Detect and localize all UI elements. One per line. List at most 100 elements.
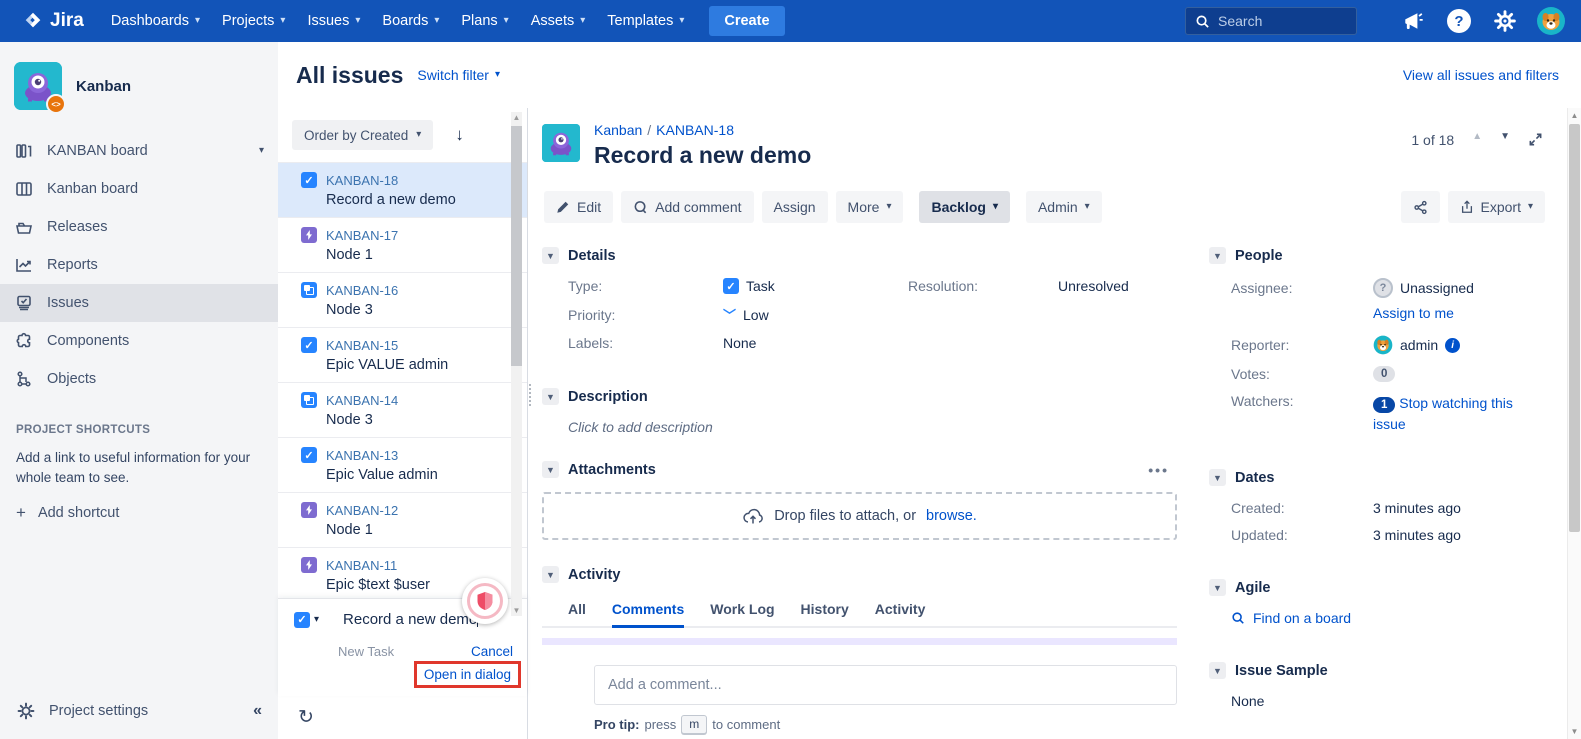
chevron-down-icon: ▾	[259, 146, 264, 156]
collapse-section-icon[interactable]: ▼	[542, 566, 559, 583]
announcements-button[interactable]	[1397, 5, 1429, 37]
edit-button[interactable]: Edit	[544, 191, 613, 223]
scroll-up-arrow[interactable]: ▲	[1568, 111, 1581, 120]
project-sidebar: <> Kanban KANBAN board▾ Kanban board Rel…	[0, 42, 278, 739]
collapse-section-icon[interactable]: ▼	[1209, 469, 1226, 486]
breadcrumb-issue-link[interactable]: KANBAN-18	[656, 122, 734, 138]
issue-type-value[interactable]: ✓Task	[723, 278, 775, 294]
panel-resize-handle[interactable]	[529, 384, 531, 406]
sidebar-item-components[interactable]: Components	[0, 322, 278, 360]
chevron-down-icon: ▾	[355, 16, 360, 26]
export-button[interactable]: Export▾	[1448, 191, 1546, 223]
comment-box[interactable]	[594, 665, 1177, 705]
status-button[interactable]: Backlog▾	[919, 191, 1010, 223]
assignee-value[interactable]: ?Unassigned	[1373, 278, 1474, 298]
sidebar-item-issues[interactable]: Issues	[0, 284, 278, 322]
sidebar-item-releases[interactable]: Releases	[0, 208, 278, 246]
view-all-issues-link[interactable]: View all issues and filters	[1403, 67, 1559, 83]
menu-projects[interactable]: Projects▾	[211, 7, 296, 35]
open-in-dialog-link[interactable]: Open in dialog	[424, 667, 511, 682]
scrollbar-thumb[interactable]	[1569, 124, 1580, 532]
chevron-down-icon: ▾	[195, 16, 200, 26]
comment-input[interactable]	[608, 677, 1163, 693]
collapse-section-icon[interactable]: ▼	[1209, 579, 1226, 596]
tab-history[interactable]: History	[801, 597, 849, 626]
collapse-sidebar-button[interactable]: «	[253, 702, 262, 720]
admin-button[interactable]: Admin▾	[1026, 191, 1102, 223]
refresh-icon[interactable]: ↻	[298, 707, 314, 728]
shortcuts-description: Add a link to useful information for you…	[16, 448, 262, 487]
scroll-down-arrow[interactable]: ▼	[1568, 727, 1581, 736]
collapse-section-icon[interactable]: ▼	[1209, 247, 1226, 264]
sidebar-item-objects[interactable]: Objects	[0, 360, 278, 398]
sidebar-item-reports[interactable]: Reports	[0, 246, 278, 284]
menu-boards[interactable]: Boards▾	[371, 7, 450, 35]
help-button[interactable]: ?	[1443, 5, 1475, 37]
collapse-section-icon[interactable]: ▼	[1209, 662, 1226, 679]
more-button[interactable]: More▾	[836, 191, 904, 223]
collapse-section-icon[interactable]: ▼	[542, 388, 559, 405]
collapse-section-icon[interactable]: ▼	[542, 247, 559, 264]
tab-comments[interactable]: Comments	[612, 597, 684, 626]
order-by-button[interactable]: Order by Created▾	[292, 120, 433, 150]
new-issue-summary-input[interactable]: Record a new demo	[343, 611, 478, 628]
watchers-badge[interactable]: 1	[1373, 397, 1395, 413]
issue-row-kanban-16[interactable]: KANBAN-16 Node 3	[278, 272, 527, 327]
sidebar-item-kanban-board[interactable]: Kanban board	[0, 170, 278, 208]
issue-row-kanban-12[interactable]: KANBAN-12 Node 1	[278, 492, 527, 547]
info-icon[interactable]: i	[1445, 338, 1460, 353]
attachments-menu-button[interactable]: •••	[1148, 462, 1169, 478]
expand-icon[interactable]	[1528, 132, 1543, 147]
share-button[interactable]	[1401, 191, 1440, 223]
votes-badge[interactable]: 0	[1373, 366, 1395, 382]
scroll-up-arrow[interactable]: ▲	[511, 113, 522, 122]
screen-recorder-overlay-button[interactable]	[462, 578, 508, 624]
issue-type-selector[interactable]: ✓ ▾	[294, 612, 319, 628]
profile-button[interactable]	[1535, 5, 1567, 37]
find-on-board-link[interactable]: Find on a board	[1231, 610, 1547, 626]
menu-plans[interactable]: Plans▾	[450, 7, 519, 35]
search-input[interactable]	[1218, 13, 1338, 29]
issue-row-kanban-14[interactable]: KANBAN-14 Node 3	[278, 382, 527, 437]
menu-dashboards[interactable]: Dashboards▾	[100, 7, 211, 35]
issue-row-kanban-18[interactable]: ✓KANBAN-18 Record a new demo	[278, 162, 527, 217]
sidebar-item-kanban-board-group[interactable]: KANBAN board▾	[0, 132, 278, 170]
menu-templates[interactable]: Templates▾	[596, 7, 695, 35]
project-avatar[interactable]: <>	[14, 62, 62, 110]
description-placeholder[interactable]: Click to add description	[568, 419, 713, 435]
tab-activity[interactable]: Activity	[875, 597, 926, 626]
cancel-link[interactable]: Cancel	[471, 644, 513, 659]
assign-to-me-link[interactable]: Assign to me	[1373, 305, 1454, 321]
assign-button[interactable]: Assign	[762, 191, 828, 223]
tab-work-log[interactable]: Work Log	[710, 597, 774, 626]
global-search[interactable]	[1185, 7, 1357, 35]
browse-link[interactable]: browse.	[926, 508, 977, 524]
reporter-value[interactable]: admin i	[1373, 335, 1460, 355]
menu-assets[interactable]: Assets▾	[520, 7, 597, 35]
scroll-down-arrow[interactable]: ▼	[511, 606, 522, 615]
add-shortcut-button[interactable]: + Add shortcut	[16, 503, 262, 523]
scrollbar-thumb[interactable]	[511, 126, 522, 366]
add-comment-button[interactable]: Add comment	[621, 191, 753, 223]
menu-issues[interactable]: Issues▾	[296, 7, 371, 35]
collapse-section-icon[interactable]: ▼	[542, 461, 559, 478]
next-issue-button[interactable]: ▼	[1500, 132, 1510, 142]
sort-direction-icon[interactable]: ↓	[455, 125, 464, 145]
breadcrumb-project-link[interactable]: Kanban	[594, 122, 642, 138]
project-settings-button[interactable]: Project settings	[49, 703, 148, 719]
create-button[interactable]: Create	[709, 6, 784, 36]
issue-row-kanban-13[interactable]: ✓KANBAN-13 Epic Value admin	[278, 437, 527, 492]
issue-row-kanban-17[interactable]: KANBAN-17 Node 1	[278, 217, 527, 272]
issue-row-kanban-15[interactable]: ✓KANBAN-15 Epic VALUE admin	[278, 327, 527, 382]
switch-filter-button[interactable]: Switch filter▾	[417, 67, 500, 83]
dates-section: ▼ Dates Created: 3 minutes ago Updated: …	[1209, 469, 1547, 543]
tab-all[interactable]: All	[568, 597, 586, 626]
settings-button[interactable]	[1489, 5, 1521, 37]
attachment-dropzone[interactable]: Drop files to attach, or browse.	[542, 492, 1177, 540]
priority-value[interactable]: ﹀Low	[723, 305, 769, 324]
labels-value[interactable]: None	[723, 335, 756, 351]
page-scrollbar[interactable]: ▲ ▼	[1567, 108, 1581, 739]
previous-issue-button[interactable]: ▲	[1472, 132, 1482, 142]
issue-list-scrollbar[interactable]: ▲ ▼	[511, 112, 522, 616]
jira-logo[interactable]: Jira	[22, 10, 84, 32]
